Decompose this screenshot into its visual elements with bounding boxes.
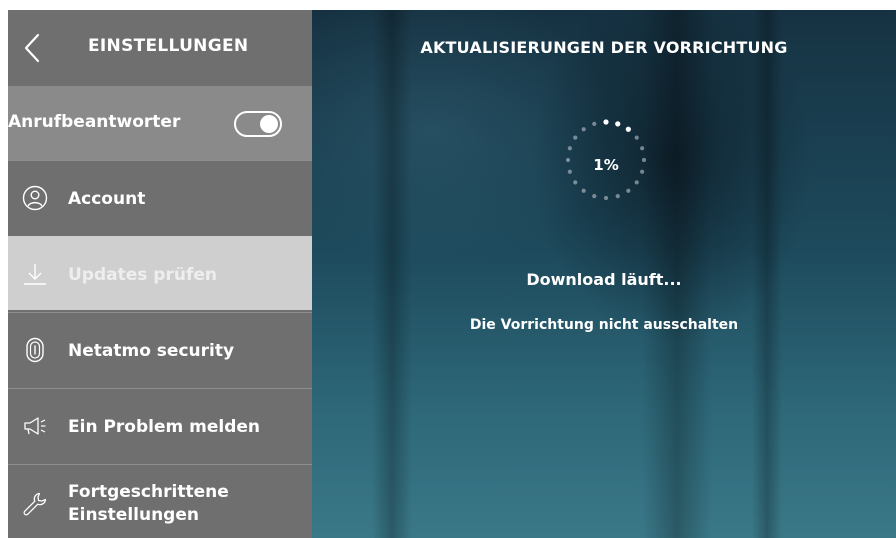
app-window: EINSTELLUNGEN Anrufbeantworter Account U… (8, 10, 896, 538)
spinner-dot (581, 127, 586, 132)
update-panel: AKTUALISIERUNGEN DER VORRICHTUNG 1% Down… (312, 10, 896, 538)
download-status: Download läuft... (526, 270, 682, 289)
spinner-dot (573, 180, 578, 185)
progress-percent: 1% (593, 156, 619, 174)
user-circle-icon (22, 185, 48, 211)
power-off-warning: Die Vorrichtung nicht ausschalten (469, 317, 739, 333)
settings-sidebar: EINSTELLUNGEN Anrufbeantworter Account U… (8, 10, 312, 538)
sidebar-item-label: Netatmo security (68, 341, 235, 361)
megaphone-icon (24, 417, 46, 435)
sidebar-item-label-line2: Einstellungen (68, 505, 199, 525)
answering-machine-row: Anrufbeantworter (8, 86, 312, 160)
answering-machine-toggle[interactable] (234, 111, 282, 137)
sidebar-item-label: Ein Problem melden (68, 417, 261, 437)
spinner-dot (626, 188, 631, 193)
spinner-dot (581, 188, 586, 193)
sidebar-item-report-problem[interactable]: Ein Problem melden (8, 388, 312, 462)
spinner-dot (567, 146, 572, 151)
sidebar-title: EINSTELLUNGEN (88, 36, 249, 56)
spinner-dot (615, 121, 621, 127)
wrench-icon (23, 492, 47, 516)
sidebar-item-label: Account (68, 189, 146, 209)
sidebar-item-label: Fortgeschrittene Einstellungen (68, 481, 288, 527)
spinner-dot (592, 121, 597, 126)
sidebar-item-netatmo-security[interactable]: Netatmo security (8, 312, 312, 386)
spinner-dot (640, 146, 645, 151)
fingerprint-icon (26, 337, 44, 363)
spinner-dot (603, 195, 609, 201)
spinner-dot (625, 126, 631, 132)
spinner-dot (615, 194, 620, 199)
sidebar-header: EINSTELLUNGEN (8, 10, 312, 86)
sidebar-item-updates[interactable]: Updates prüfen (8, 236, 312, 310)
sidebar-item-account[interactable]: Account (8, 160, 312, 234)
answering-machine-label: Anrufbeantworter (8, 112, 181, 132)
spinner-dot (603, 119, 609, 125)
sidebar-item-advanced-settings[interactable]: Fortgeschrittene Einstellungen (8, 464, 312, 538)
spinner-dot (634, 180, 639, 185)
sidebar-item-label: Updates prüfen (68, 265, 217, 285)
sidebar-item-label-line1: Fortgeschrittene (68, 482, 229, 502)
chevron-left-icon[interactable] (22, 32, 42, 64)
spinner-dot (592, 194, 597, 199)
page-title: AKTUALISIERUNGEN DER VORRICHTUNG (420, 38, 788, 57)
spinner-dot (634, 135, 639, 140)
toggle-knob (260, 115, 278, 133)
download-icon (24, 264, 46, 285)
spinner-dot (573, 135, 578, 140)
